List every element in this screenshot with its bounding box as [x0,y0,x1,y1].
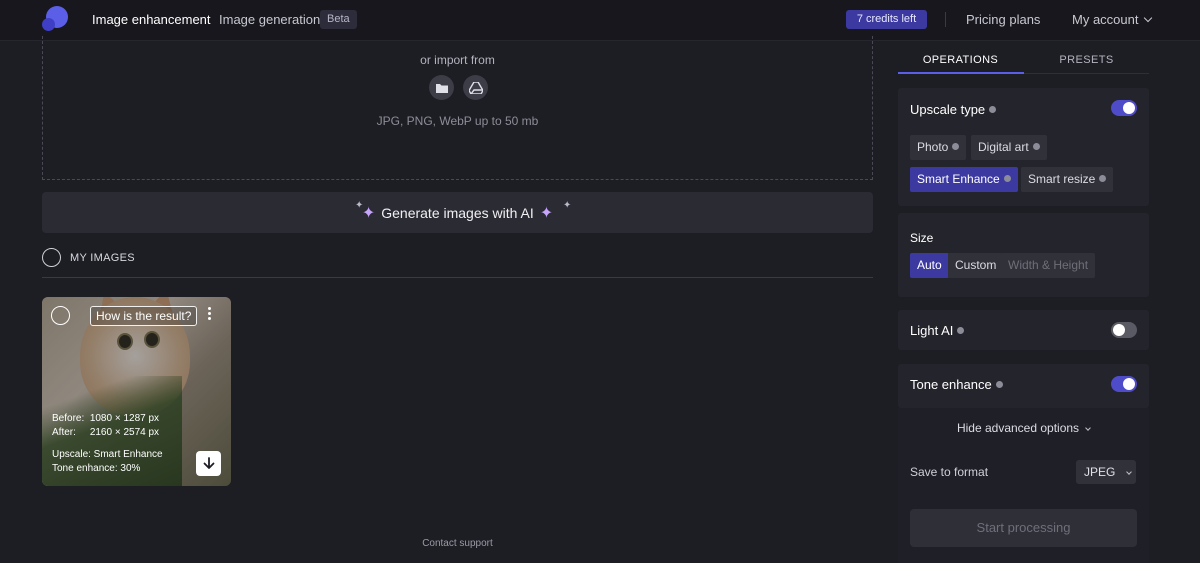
nav-image-enhancement[interactable]: Image enhancement [92,12,211,27]
top-bar: Image enhancement Image generation Beta … [0,0,1200,41]
tone-enhance-title: Tone enhance [910,377,1003,392]
advanced-options-panel: Hide advanced options Save to format JPE… [898,408,1149,563]
info-icon [952,143,960,150]
my-images-label: MY IMAGES [70,252,135,264]
upscale-type-title: Upscale type [910,102,997,117]
more-options-icon[interactable] [208,307,212,322]
pricing-plans-link[interactable]: Pricing plans [966,12,1040,27]
my-images-header: MY IMAGES [42,248,873,278]
size-option-auto[interactable]: Auto [910,253,949,278]
info-icon [1099,175,1107,182]
select-all-radio[interactable] [42,248,61,267]
google-drive-icon[interactable] [463,75,488,100]
sparkle-small-icon: ✦ [563,200,572,211]
after-size: After: 2160 × 2574 px [52,427,160,438]
settings-tabs: OPERATIONS PRESETS [898,48,1149,74]
image-card[interactable]: How is the result? Before: 1080 × 1287 p… [42,297,231,486]
upscale-toggle[interactable] [1111,100,1137,116]
upscale-type-panel: Upscale type Photo Digital art Smart Enh… [898,88,1149,206]
format-select[interactable]: JPEG [1076,460,1136,484]
light-ai-title: Light AI [910,323,965,338]
size-option-custom[interactable]: Custom [948,253,1004,278]
credits-badge[interactable]: 7 credits left [846,10,927,29]
contact-support-link[interactable]: Contact support [0,538,915,549]
card-select-radio[interactable] [51,306,70,325]
import-from-text: or import from [420,53,495,67]
upscale-option-smart-resize[interactable]: Smart resize [1021,167,1114,192]
my-account-menu[interactable]: My account [1072,12,1153,27]
download-icon [203,457,214,469]
chevron-down-icon [1144,13,1153,23]
upscale-option-digital-art[interactable]: Digital art [971,135,1047,160]
info-icon [1032,143,1040,150]
tone-enhance-toggle[interactable] [1111,376,1137,392]
tone-info: Tone enhance: 30% [52,463,141,474]
light-ai-panel: Light AI [898,310,1149,350]
folder-icon[interactable] [429,75,454,100]
before-size: Before: 1080 × 1287 px [52,413,160,424]
supported-formats-text: JPG, PNG, WebP up to 50 mb [376,114,539,128]
sparkle-icon: ✦ [539,204,554,222]
size-panel: Size Auto Custom Width & Height [898,213,1149,297]
tone-enhance-panel: Tone enhance [898,364,1149,408]
active-tab-indicator [898,72,1024,74]
save-format-label: Save to format [910,465,989,479]
download-button[interactable] [196,451,221,476]
info-icon[interactable] [989,106,997,113]
size-title: Size [910,231,934,245]
my-account-label: My account [1072,12,1139,27]
upscale-info: Upscale: Smart Enhance [52,449,163,460]
chevron-down-icon [1126,469,1133,475]
light-ai-toggle[interactable] [1111,322,1137,338]
tab-operations[interactable]: OPERATIONS [898,54,1023,66]
beta-badge: Beta [320,10,357,29]
sparkle-icon: ✦ [361,204,376,222]
info-icon[interactable] [957,327,965,334]
upscale-option-smart-enhance[interactable]: Smart Enhance [910,167,1018,192]
nav-image-generation[interactable]: Image generation [219,12,320,27]
app-logo[interactable] [42,6,68,32]
header-divider [945,12,946,27]
generate-images-button[interactable]: ✦ ✦ Generate images with AI ✦ ✦ [42,192,873,233]
start-processing-button[interactable]: Start processing [910,509,1137,547]
feedback-button[interactable]: How is the result? [90,306,198,326]
generate-images-label: Generate images with AI [381,204,534,221]
tab-presets[interactable]: PRESETS [1024,54,1149,66]
hide-advanced-options-button[interactable]: Hide advanced options [898,421,1149,435]
info-icon [1003,175,1011,182]
upload-dropzone[interactable]: or import from JPG, PNG, WebP up to 50 m… [42,36,873,180]
chevron-down-icon [1085,425,1091,431]
upscale-option-photo[interactable]: Photo [910,135,967,160]
size-option-width-height: Width & Height [1001,253,1096,278]
info-icon[interactable] [995,381,1003,388]
